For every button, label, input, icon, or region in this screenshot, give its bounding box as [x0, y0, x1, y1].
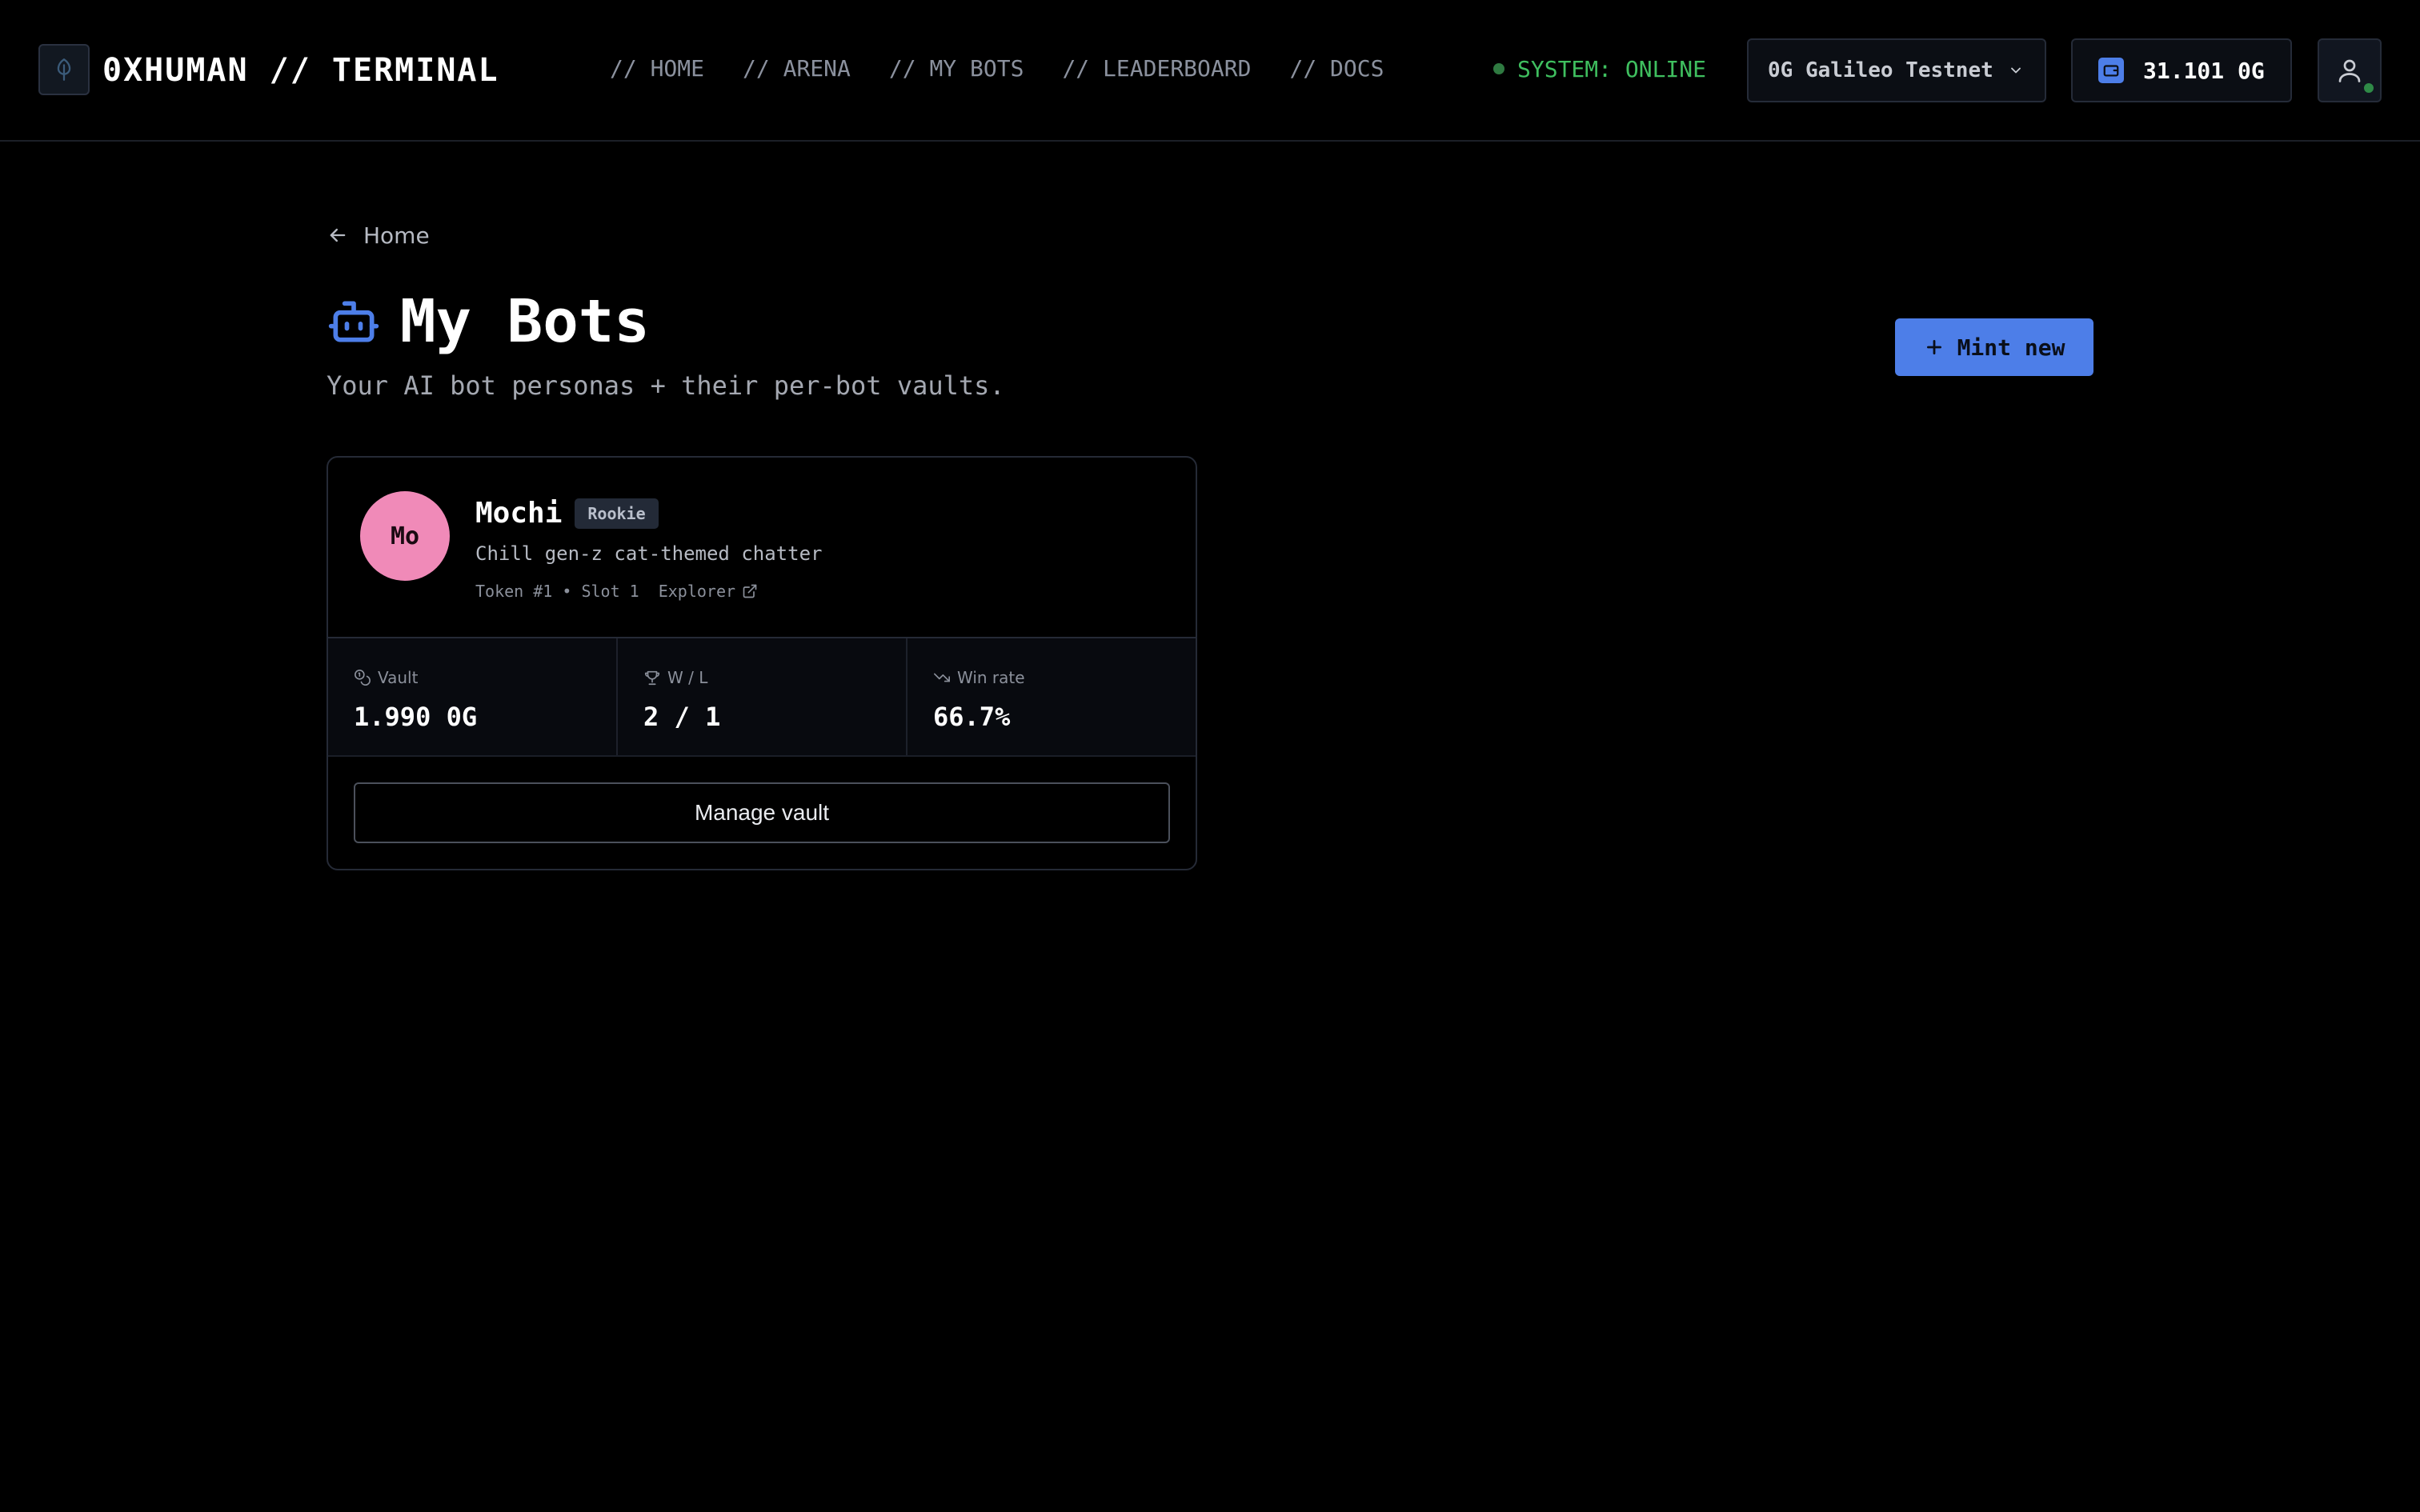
- stat-win-rate: Win rate 66.7%: [908, 638, 1196, 755]
- coins-icon: [355, 670, 371, 686]
- avatar: Mo: [360, 491, 450, 581]
- top-header: 0XHUMAN // TERMINAL // HOME // ARENA // …: [0, 0, 2420, 142]
- stat-winrate-value: 66.7%: [933, 702, 1011, 732]
- stat-wl-label-row: W / L: [643, 666, 880, 690]
- manage-vault-label: Manage vault: [694, 800, 830, 825]
- network-label: 0G Galileo Testnet: [1768, 58, 1993, 82]
- robot-icon: [328, 301, 379, 342]
- nav-arena[interactable]: // ARENA: [743, 51, 851, 86]
- page-subtitle: Your AI bot personas + their per-bot vau…: [327, 370, 1005, 401]
- token-slot-info: Token #1 • Slot 1: [475, 582, 639, 601]
- system-status: SYSTEM: ONLINE: [1493, 51, 1706, 86]
- mint-new-label: Mint new: [1957, 334, 2065, 361]
- bot-card: Mo Mochi Rookie Chill gen-z cat-themed c…: [327, 456, 1197, 870]
- bot-name-row: Mochi Rookie: [475, 494, 659, 533]
- back-home-link[interactable]: Home: [327, 218, 430, 253]
- nav-home[interactable]: // HOME: [610, 51, 704, 86]
- mint-new-button[interactable]: Mint new: [1895, 318, 2093, 376]
- plus-icon: [1926, 340, 1941, 354]
- status-text: SYSTEM: ONLINE: [1517, 55, 1707, 82]
- network-selector[interactable]: 0G Galileo Testnet: [1747, 38, 2046, 102]
- back-label: Home: [363, 222, 430, 249]
- stat-winrate-label-row: Win rate: [933, 666, 1170, 690]
- stat-vault-value: 1.990 0G: [354, 702, 478, 732]
- manage-vault-button[interactable]: Manage vault: [354, 782, 1170, 843]
- chevron-down-icon: [2010, 67, 2021, 74]
- stat-winrate-label: Win rate: [957, 668, 1025, 687]
- arrow-left-icon: [330, 228, 346, 242]
- brand-title[interactable]: 0XHUMAN // TERMINAL: [102, 48, 499, 93]
- bot-card-header: Mo Mochi Rookie Chill gen-z cat-themed c…: [328, 458, 1196, 637]
- external-link-icon: [743, 584, 757, 598]
- bot-meta: Token #1 • Slot 1 Explorer: [475, 579, 758, 603]
- trending-down-icon: [934, 673, 950, 682]
- bot-description: Chill gen-z cat-themed chatter: [475, 542, 823, 565]
- trophy-icon: [644, 670, 660, 686]
- nav-leaderboard[interactable]: // LEADERBOARD: [1062, 51, 1251, 86]
- page-title: My Bots: [400, 287, 650, 356]
- user-menu-button[interactable]: [2318, 38, 2382, 102]
- wallet-icon: [2098, 58, 2124, 83]
- leaf-icon: [57, 58, 71, 81]
- bot-name: Mochi: [475, 497, 563, 530]
- online-indicator: [2362, 82, 2375, 94]
- explorer-link[interactable]: Explorer: [659, 579, 758, 603]
- stat-vault: Vault 1.990 0G: [328, 638, 618, 755]
- bot-initials: Mo: [390, 522, 420, 550]
- stat-wl-value: 2 / 1: [643, 702, 721, 732]
- stat-wl-label: W / L: [667, 668, 708, 687]
- main-nav: // HOME // ARENA // MY BOTS // LEADERBOA…: [610, 51, 1384, 86]
- stat-win-loss: W / L 2 / 1: [618, 638, 908, 755]
- page-title-row: My Bots: [327, 288, 650, 355]
- stat-vault-label-row: Vault: [354, 666, 591, 690]
- wallet-balance-button[interactable]: 31.101 0G: [2071, 38, 2292, 102]
- nav-my-bots[interactable]: // MY BOTS: [889, 51, 1024, 86]
- logo[interactable]: [38, 44, 90, 95]
- stat-vault-label: Vault: [378, 668, 419, 687]
- status-dot-icon: [1493, 63, 1504, 74]
- user-icon: [2338, 59, 2361, 82]
- nav-docs[interactable]: // DOCS: [1289, 51, 1384, 86]
- balance-value: 31.101 0G: [2143, 57, 2265, 84]
- explorer-label: Explorer: [658, 582, 736, 601]
- bot-stats: Vault 1.990 0G W / L 2 / 1 Win rate 66.7…: [328, 637, 1196, 757]
- tier-badge: Rookie: [575, 498, 659, 529]
